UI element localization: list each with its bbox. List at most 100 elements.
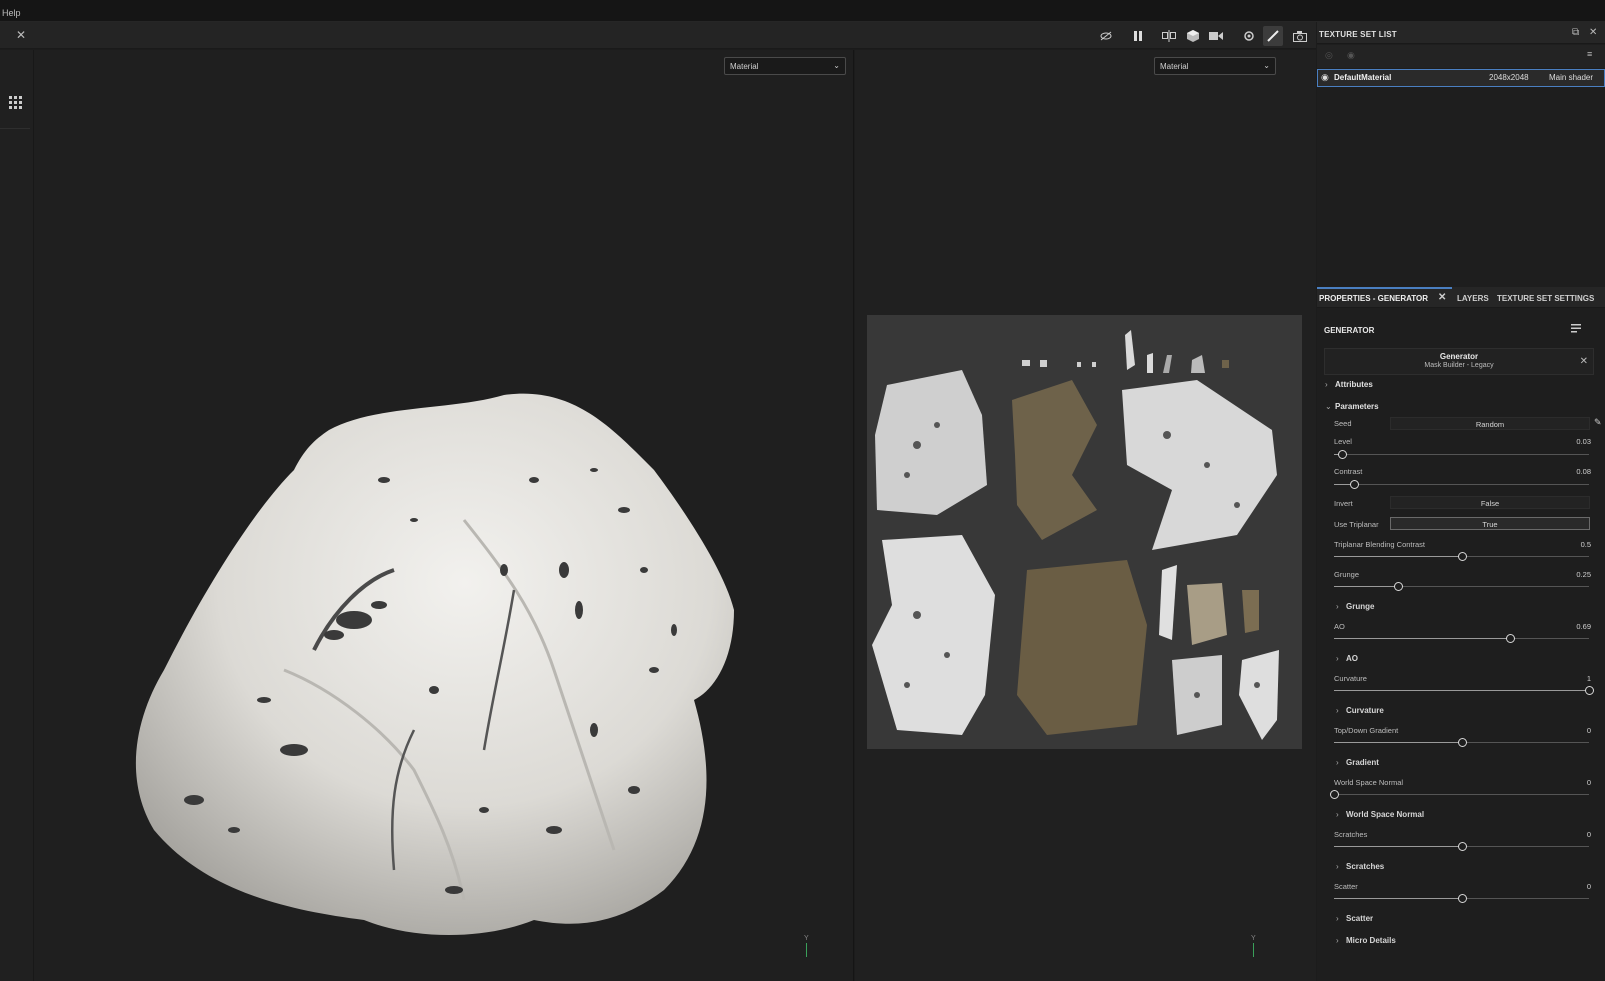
topdown-gradient-slider[interactable] — [1334, 738, 1589, 747]
texture-set-shader[interactable]: Main shader — [1549, 73, 1593, 82]
cube-icon[interactable] — [1183, 26, 1203, 46]
slider-handle[interactable] — [1505, 634, 1515, 643]
pause-icon[interactable] — [1128, 26, 1148, 46]
brush-settings-icon[interactable] — [1239, 26, 1259, 46]
viewport-2d-channel-dropdown[interactable]: Material ⌄ — [1154, 57, 1276, 75]
level-label: Level — [1334, 437, 1352, 446]
texture-set-list-title: TEXTURE SET LIST — [1319, 30, 1397, 39]
grunge-slider[interactable] — [1334, 582, 1589, 591]
properties-tabs: PROPERTIES - GENERATOR ✕ LAYERS TEXTURE … — [1317, 287, 1605, 308]
hide-icon[interactable] — [1096, 26, 1116, 46]
scatter-value: 0 — [1586, 882, 1591, 891]
left-tool-strip — [0, 50, 34, 981]
subsection-label: Curvature — [1346, 706, 1384, 715]
slider-handle[interactable] — [1585, 686, 1594, 695]
undock-icon[interactable]: ⧉ — [1572, 27, 1579, 38]
use-triplanar-toggle[interactable]: True — [1390, 517, 1590, 530]
seed-label: Seed — [1334, 419, 1352, 428]
subsection-label: Micro Details — [1346, 936, 1396, 945]
right-panel: TEXTURE SET LIST ⧉ ✕ ◎ ◉ ≡ ◉ DefaultMate… — [1317, 22, 1605, 981]
subsection-micro-details[interactable]: › Micro Details — [1336, 936, 1396, 945]
eye-icon[interactable]: ◉ — [1347, 50, 1355, 61]
axis-label: Y — [1251, 935, 1256, 942]
chevron-right-icon: › — [1325, 380, 1328, 389]
chevron-right-icon: › — [1336, 602, 1339, 611]
active-tab-indicator — [1317, 287, 1452, 289]
seed-field[interactable]: Random — [1390, 417, 1590, 430]
invert-toggle[interactable]: False — [1390, 496, 1590, 509]
subsection-gradient[interactable]: › Gradient — [1336, 758, 1379, 767]
uv-texture-canvas[interactable] — [867, 315, 1302, 749]
paint-brush-icon[interactable] — [1263, 26, 1283, 46]
viewport-3d[interactable]: Material ⌄ Y — [34, 50, 854, 981]
subsection-world-space-normal[interactable]: › World Space Normal — [1336, 810, 1424, 819]
ao-slider[interactable] — [1334, 634, 1589, 643]
slider-handle[interactable] — [1457, 842, 1467, 851]
slider-handle[interactable] — [1330, 790, 1339, 799]
split-view-icon[interactable] — [1159, 26, 1179, 46]
menu-help[interactable]: Help — [2, 8, 21, 18]
subsection-label: Grunge — [1346, 602, 1375, 611]
slider-handle[interactable] — [1393, 582, 1403, 591]
eye-icon[interactable]: ◉ — [1321, 72, 1329, 83]
level-value: 0.03 — [1576, 437, 1591, 446]
grid-icon[interactable] — [9, 96, 22, 111]
chevron-right-icon: › — [1336, 936, 1339, 945]
grunge-label: Grunge — [1334, 570, 1360, 579]
chevron-down-icon: ⌄ — [1325, 402, 1332, 411]
subsection-scatter[interactable]: › Scatter — [1336, 914, 1373, 923]
list-menu-icon[interactable]: ≡ — [1587, 49, 1592, 59]
topdown-gradient-value: 0 — [1586, 726, 1591, 735]
menu-bar: Help — [0, 0, 1605, 22]
subsection-grunge[interactable]: › Grunge — [1336, 602, 1374, 611]
scratches-value: 0 — [1586, 830, 1591, 839]
texture-set-row[interactable]: ◉ DefaultMaterial 2048x2048 Main shader — [1317, 69, 1605, 87]
generator-subtitle: Mask Builder - Legacy — [1424, 362, 1494, 369]
texture-set-list-header: TEXTURE SET LIST ⧉ ✕ — [1317, 22, 1605, 44]
texture-set-resolution: 2048x2048 — [1489, 73, 1529, 82]
scratches-label: Scratches — [1334, 830, 1368, 839]
slider-handle[interactable] — [1457, 552, 1467, 561]
tab-properties-generator[interactable]: PROPERTIES - GENERATOR — [1319, 294, 1428, 303]
menu-icon[interactable] — [1571, 324, 1581, 335]
section-attributes[interactable]: › Attributes — [1325, 380, 1373, 389]
close-icon[interactable]: ✕ — [1589, 27, 1597, 38]
triplanar-blending-value: 0.5 — [1580, 540, 1591, 549]
edit-pencil-icon[interactable]: ✎ — [1594, 417, 1602, 428]
scatter-slider[interactable] — [1334, 894, 1589, 903]
viewport-2d[interactable]: Material ⌄ Y — [855, 50, 1316, 981]
subsection-label: Scatter — [1346, 914, 1374, 923]
subsection-label: Scratches — [1346, 862, 1385, 871]
section-parameters[interactable]: ⌄ Parameters — [1325, 402, 1379, 411]
contrast-slider[interactable] — [1334, 480, 1589, 489]
chevron-right-icon: › — [1336, 706, 1339, 715]
slider-handle[interactable] — [1350, 480, 1360, 489]
level-slider[interactable] — [1334, 450, 1589, 459]
screenshot-icon[interactable] — [1290, 26, 1310, 46]
subsection-ao[interactable]: › AO — [1336, 654, 1358, 663]
ao-label: AO — [1334, 622, 1345, 631]
subsection-scratches[interactable]: › Scratches — [1336, 862, 1384, 871]
generator-resource[interactable]: Generator Mask Builder - Legacy ✕ — [1324, 348, 1594, 375]
close-icon[interactable]: ✕ — [1580, 356, 1588, 367]
subsection-curvature[interactable]: › Curvature — [1336, 706, 1384, 715]
curvature-slider[interactable] — [1334, 686, 1594, 695]
use-triplanar-label: Use Triplanar — [1334, 520, 1379, 529]
slider-handle[interactable] — [1457, 738, 1467, 747]
slider-handle[interactable] — [1337, 450, 1347, 459]
axis-gizmo — [1253, 943, 1254, 957]
world-space-normal-value: 0 — [1586, 778, 1591, 787]
rock-model — [135, 393, 734, 936]
hide-icon[interactable]: ◎ — [1325, 50, 1333, 61]
tab-layers[interactable]: LAYERS — [1457, 294, 1489, 303]
slider-handle[interactable] — [1457, 894, 1467, 903]
close-icon[interactable]: ✕ — [16, 28, 26, 42]
tab-texture-set-settings[interactable]: TEXTURE SET SETTINGS — [1497, 294, 1594, 303]
camera-icon[interactable] — [1206, 26, 1226, 46]
world-space-normal-slider[interactable] — [1330, 790, 1589, 799]
close-icon[interactable]: ✕ — [1438, 292, 1446, 303]
section-label: Parameters — [1335, 402, 1379, 411]
contrast-label: Contrast — [1334, 467, 1363, 476]
scratches-slider[interactable] — [1334, 842, 1589, 851]
triplanar-blending-slider[interactable] — [1334, 552, 1589, 561]
